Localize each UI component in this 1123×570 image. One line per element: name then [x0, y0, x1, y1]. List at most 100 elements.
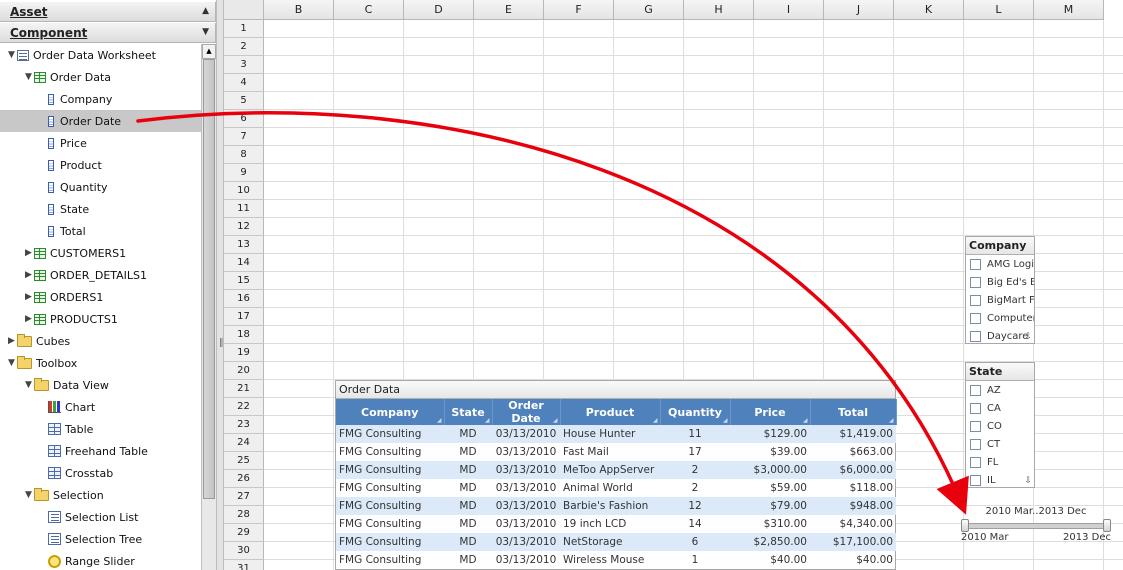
tree-item-table[interactable]: ▶ ORDERS1 [0, 286, 201, 308]
selection-option[interactable]: CA [966, 399, 1034, 417]
tree-item-column[interactable]: Order Date [0, 110, 201, 132]
table-row[interactable]: FMG Consulting MD 03/13/2010 Animal World 2 $… [336, 479, 896, 497]
range-slider-max-handle[interactable] [1103, 519, 1111, 532]
tree-item-table[interactable]: ▶ PRODUCTS1 [0, 308, 201, 330]
tree-item-column[interactable]: Company [0, 88, 201, 110]
row-header[interactable]: 2 [224, 38, 264, 56]
checkbox[interactable] [970, 474, 981, 486]
row-header[interactable]: 9 [224, 164, 264, 182]
row-header[interactable]: 18 [224, 326, 264, 344]
column-header[interactable]: C [334, 0, 404, 20]
row-header[interactable]: 23 [224, 416, 264, 434]
scrollbar-thumb[interactable] [203, 59, 215, 499]
tree-item-order-data-worksheet[interactable]: ▼ Order Data Worksheet [0, 44, 201, 66]
tree-item-column[interactable]: Total [0, 220, 201, 242]
row-header[interactable]: 26 [224, 470, 264, 488]
row-header[interactable]: 3 [224, 56, 264, 74]
sort-indicator-icon[interactable]: ◢ [437, 417, 442, 424]
tree-item-order-data[interactable]: ▼ Order Data [0, 66, 201, 88]
tree-item-column[interactable]: Product [0, 154, 201, 176]
selection-option[interactable]: CO [966, 417, 1034, 435]
row-header[interactable]: 17 [224, 308, 264, 326]
sort-indicator-icon[interactable]: ◢ [653, 417, 658, 424]
scroll-up-arrow-icon[interactable]: ▲ [202, 44, 216, 59]
order-data-table[interactable]: Order Data Company ◢ State ◢ Order Date ◢ Prod… [335, 380, 897, 570]
checkbox[interactable] [970, 438, 981, 450]
tree-item-chart[interactable]: Chart [0, 396, 201, 418]
table-row[interactable]: FMG Consulting MD 03/13/2010 House Hunter 11… [336, 425, 896, 443]
column-header-cell[interactable]: Company ◢ [336, 399, 445, 425]
column-header-cell[interactable]: Quantity ◢ [660, 399, 731, 425]
row-header[interactable]: 22 [224, 398, 264, 416]
checkbox[interactable] [970, 330, 981, 342]
checkbox[interactable] [970, 294, 981, 306]
row-header[interactable]: 20 [224, 362, 264, 380]
selection-option[interactable]: AZ [966, 381, 1034, 399]
collapse-toggle-icon[interactable]: ▼ [6, 50, 17, 60]
tree-item-crosstab[interactable]: Crosstab [0, 462, 201, 484]
scroll-more-icon[interactable]: ⇩ [1024, 476, 1032, 486]
scroll-more-icon[interactable]: ⇩ [1024, 332, 1032, 342]
order-date-range-slider[interactable]: 2010 Mar..2013 Dec 2010 Mar 2013 Dec [961, 505, 1111, 545]
row-header[interactable]: 15 [224, 272, 264, 290]
tree-item-cubes[interactable]: ▶ Cubes [0, 330, 201, 352]
row-header[interactable]: 19 [224, 344, 264, 362]
sort-indicator-icon[interactable]: ◢ [889, 417, 894, 424]
tree-item-table[interactable]: Table [0, 418, 201, 440]
checkbox[interactable] [970, 258, 981, 270]
table-row[interactable]: FMG Consulting MD 03/13/2010 NetStorage 6 $2,… [336, 533, 896, 551]
checkbox[interactable] [970, 456, 981, 468]
tree-item-data-view[interactable]: ▼ Data View [0, 374, 201, 396]
sort-indicator-icon[interactable]: ◢ [553, 417, 558, 424]
collapse-toggle-icon[interactable]: ▼ [6, 358, 17, 368]
table-row[interactable]: FMG Consulting MD 03/13/2010 Wireless Mouse… [336, 551, 896, 569]
tree-item-column[interactable]: State [0, 198, 201, 220]
table-row[interactable]: FMG Consulting MD 03/13/2010 Barbie's Fashi… [336, 497, 896, 515]
checkbox[interactable] [970, 420, 981, 432]
column-header[interactable]: K [894, 0, 964, 20]
column-header[interactable]: F [544, 0, 614, 20]
selection-option[interactable]: CT [966, 435, 1034, 453]
row-header[interactable]: 24 [224, 434, 264, 452]
row-header[interactable]: 13 [224, 236, 264, 254]
state-selection-list[interactable]: State AZ CA CO CT FL IL ⇩ [965, 362, 1035, 488]
row-header[interactable]: 5 [224, 92, 264, 110]
checkbox[interactable] [970, 402, 981, 414]
tree-item-selection-list[interactable]: Selection List [0, 506, 201, 528]
selection-option[interactable]: FL [966, 453, 1034, 471]
expand-toggle-icon[interactable]: ▶ [23, 270, 34, 280]
row-header[interactable]: 10 [224, 182, 264, 200]
panel-splitter[interactable]: ‖ [216, 0, 224, 570]
sort-indicator-icon[interactable]: ◢ [723, 417, 728, 424]
row-header[interactable]: 25 [224, 452, 264, 470]
column-header[interactable]: L [964, 0, 1034, 20]
collapse-toggle-icon[interactable]: ▼ [23, 490, 34, 500]
column-header[interactable]: I [754, 0, 824, 20]
column-header[interactable]: G [614, 0, 684, 20]
tree-item-toolbox[interactable]: ▼ Toolbox [0, 352, 201, 374]
expand-arrow-icon[interactable]: ▼ [202, 27, 209, 37]
collapse-arrow-icon[interactable]: ▲ [202, 6, 209, 16]
row-header[interactable]: 31 [224, 560, 264, 570]
row-header[interactable]: 7 [224, 128, 264, 146]
column-header[interactable]: H [684, 0, 754, 20]
range-slider-track[interactable] [968, 523, 1104, 529]
checkbox[interactable] [970, 276, 981, 288]
expand-toggle-icon[interactable]: ▶ [6, 336, 17, 346]
tree-item-table[interactable]: ▶ ORDER_DETAILS1 [0, 264, 201, 286]
row-header[interactable]: 29 [224, 524, 264, 542]
row-header[interactable]: 21 [224, 380, 264, 398]
component-panel-header[interactable]: Component ▼ [0, 23, 216, 43]
column-header[interactable]: D [404, 0, 474, 20]
table-row[interactable]: FMG Consulting MD 03/13/2010 Fast Mail 17 $39… [336, 443, 896, 461]
row-header[interactable]: 12 [224, 218, 264, 236]
row-header[interactable]: 28 [224, 506, 264, 524]
row-header[interactable]: 14 [224, 254, 264, 272]
table-row[interactable]: FMG Consulting MD 03/13/2010 MeToo AppServe… [336, 461, 896, 479]
selection-option[interactable]: Big Ed's B [966, 273, 1034, 291]
row-header[interactable]: 16 [224, 290, 264, 308]
tree-item-selection[interactable]: ▼ Selection [0, 484, 201, 506]
selection-option[interactable]: BigMart F [966, 291, 1034, 309]
row-header[interactable]: 11 [224, 200, 264, 218]
collapse-toggle-icon[interactable]: ▼ [23, 380, 34, 390]
